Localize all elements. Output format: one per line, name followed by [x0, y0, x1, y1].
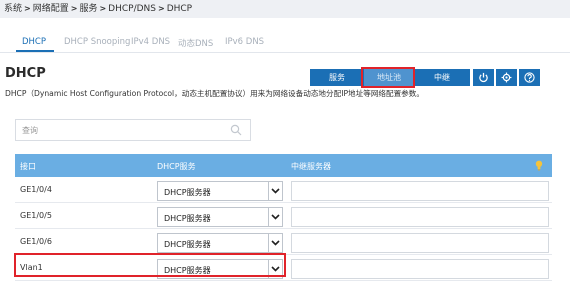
- gear-icon: [501, 72, 512, 83]
- dhcp-service-select-value: DHCP服务器: [164, 188, 211, 197]
- breadcrumb-separator-icon: >: [24, 4, 31, 13]
- dhcp-service-select[interactable]: DHCP服务器: [157, 181, 283, 201]
- tab-dhcp[interactable]: DHCP: [22, 37, 46, 47]
- interface-cell: GE1/0/5: [20, 211, 52, 220]
- relay-server-field[interactable]: [291, 233, 549, 253]
- dhcp-service-select[interactable]: DHCP服务器: [157, 233, 283, 253]
- dhcp-service-select-value: DHCP服务器: [164, 240, 211, 249]
- power-button[interactable]: [473, 69, 494, 86]
- search-placeholder: 查询: [22, 126, 38, 135]
- search-icon[interactable]: [230, 124, 242, 136]
- relay-server-field[interactable]: [291, 259, 549, 279]
- table-row: GE1/0/5 DHCP服务器: [15, 203, 552, 229]
- service-button[interactable]: 服务: [310, 69, 364, 86]
- power-icon: [479, 72, 488, 83]
- search-input[interactable]: 查询: [15, 119, 251, 141]
- breadcrumb-item-services[interactable]: 服务: [79, 4, 97, 14]
- relay-server-field[interactable]: [291, 181, 549, 201]
- breadcrumb-separator-icon: >: [157, 4, 165, 13]
- breadcrumb-item-dhcp-dns[interactable]: DHCP/DNS: [108, 4, 156, 14]
- breadcrumb-item-dhcp: DHCP: [166, 4, 193, 14]
- breadcrumb-item-system[interactable]: 系统: [4, 4, 22, 14]
- help-button[interactable]: [519, 69, 540, 86]
- chevron-down-icon[interactable]: [268, 208, 282, 226]
- chevron-down-icon[interactable]: [268, 234, 282, 252]
- table-header: 接口 DHCP服务 中继服务器: [15, 154, 552, 177]
- page-description: DHCP（Dynamic Host Configuration Protocol…: [5, 89, 424, 98]
- highlight-box-vlan1-row: [14, 253, 286, 277]
- settings-button[interactable]: [496, 69, 517, 86]
- chevron-down-icon[interactable]: [268, 182, 282, 200]
- dhcp-service-select[interactable]: DHCP服务器: [157, 207, 283, 227]
- tab-ipv6-dns[interactable]: IPv6 DNS: [225, 37, 264, 47]
- tab-bar: DHCP DHCP Snooping IPv4 DNS 动态DNS IPv6 D…: [0, 29, 570, 53]
- breadcrumb: 系统 > 网络配置 > 服务 > DHCP/DNS > DHCP: [0, 0, 570, 18]
- interface-cell: GE1/0/6: [20, 237, 52, 246]
- active-tab-indicator: [16, 50, 54, 52]
- column-header-dhcp-service[interactable]: DHCP服务: [157, 161, 196, 172]
- tab-dhcp-snooping[interactable]: DHCP Snooping: [64, 37, 130, 47]
- help-icon: [524, 72, 535, 83]
- tab-ipv4-dns[interactable]: IPv4 DNS: [131, 37, 170, 47]
- table-row: GE1/0/4 DHCP服务器: [15, 177, 552, 203]
- interface-cell: GE1/0/4: [20, 185, 52, 194]
- relay-button[interactable]: 中继: [414, 69, 470, 86]
- lightbulb-icon[interactable]: [535, 160, 543, 171]
- relay-server-field[interactable]: [291, 207, 549, 227]
- tab-dynamic-dns[interactable]: 动态DNS: [178, 37, 213, 49]
- column-header-relay-server[interactable]: 中继服务器: [291, 161, 331, 172]
- column-header-interface[interactable]: 接口: [20, 161, 36, 172]
- breadcrumb-separator-icon: >: [70, 4, 78, 13]
- page-title: DHCP: [5, 66, 46, 81]
- dhcp-service-select-value: DHCP服务器: [164, 214, 211, 223]
- highlight-box-address-pool: [361, 67, 415, 88]
- table-row: GE1/0/6 DHCP服务器: [15, 229, 552, 255]
- breadcrumb-item-network-config[interactable]: 网络配置: [33, 4, 69, 14]
- breadcrumb-separator-icon: >: [99, 4, 107, 13]
